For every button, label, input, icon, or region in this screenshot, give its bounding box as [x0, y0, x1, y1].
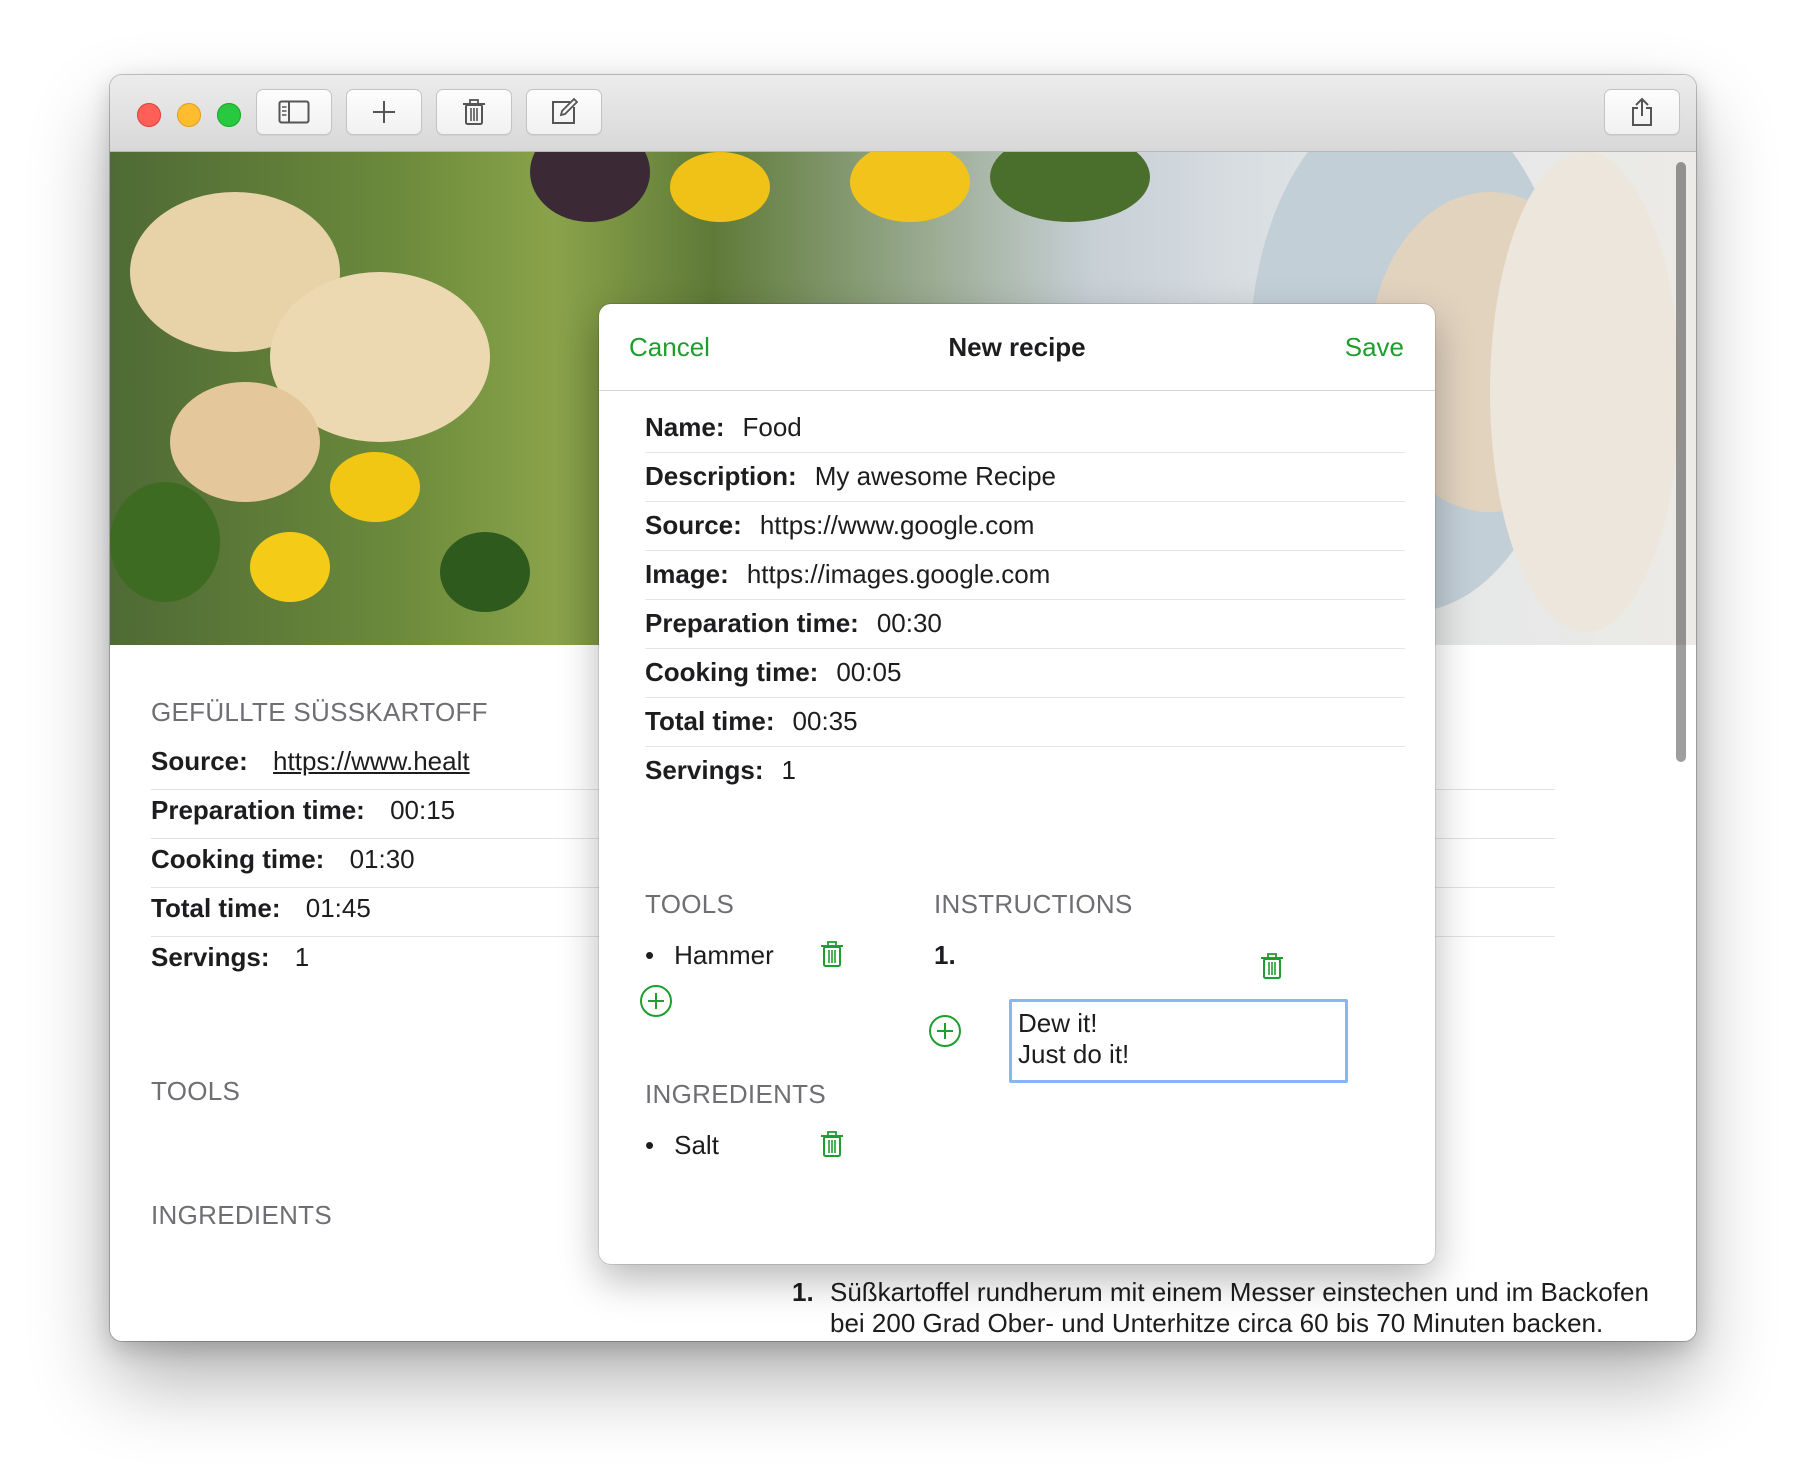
minimize-window-button[interactable]: [177, 103, 201, 127]
new-recipe-sheet: Cancel New recipe Save Name: Food Descrip…: [599, 304, 1435, 1264]
servings-value[interactable]: 1: [782, 755, 796, 785]
instruction-text-input[interactable]: Dew it! Just do it!: [1009, 999, 1348, 1083]
delete-ingredient-trash-icon[interactable]: [819, 1130, 845, 1158]
ingredients-heading: INGREDIENTS: [645, 1079, 826, 1109]
sidebar-icon: [278, 100, 310, 124]
zoom-window-button[interactable]: [217, 103, 241, 127]
source-link[interactable]: https://www.healt: [273, 746, 470, 776]
edit-recipe-button[interactable]: [526, 89, 602, 135]
cooking-value: 01:30: [349, 844, 415, 874]
bullet-dot: •: [645, 940, 655, 970]
field-divider: [645, 746, 1405, 747]
total-row: Total time: 01:45: [151, 893, 371, 924]
total-label: Total time:: [151, 893, 281, 923]
description-field[interactable]: Description: My awesome Recipe: [645, 461, 1405, 517]
tools-heading: TOOLS: [645, 889, 735, 919]
delete-instruction-trash-icon[interactable]: [1259, 952, 1285, 980]
cooking-value[interactable]: 00:05: [836, 657, 901, 687]
field-divider: [645, 550, 1405, 551]
instruction-text: Süßkartoffel rundherum mit einem Messer …: [830, 1277, 1649, 1341]
source-field[interactable]: Source: https://www.google.com: [645, 510, 1405, 566]
field-divider: [645, 501, 1405, 502]
ingredient-item[interactable]: • Salt: [645, 1130, 719, 1161]
sheet-header: Cancel New recipe Save: [599, 304, 1435, 391]
description-value[interactable]: My awesome Recipe: [815, 461, 1056, 491]
share-icon: [1632, 97, 1652, 126]
cooking-label: Cooking time:: [645, 657, 819, 687]
preparation-label: Preparation time:: [645, 608, 859, 638]
tools-heading: TOOLS: [151, 1076, 241, 1106]
sheet-title: New recipe: [948, 332, 1086, 362]
add-tool-plus-circle-icon[interactable]: [639, 984, 673, 1018]
close-window-button[interactable]: [137, 103, 161, 127]
instruction-item: 1. Süßkartoffel rundherum mit einem Mess…: [792, 1277, 1652, 1341]
recipe-detail: GEFÜLLTE SÜSSKARTOFF Source: https://www…: [110, 152, 1696, 1341]
recipe-title: GEFÜLLTE SÜSSKARTOFF: [151, 697, 488, 727]
delete-tool-trash-icon[interactable]: [819, 940, 845, 968]
total-label: Total time:: [645, 706, 775, 736]
preparation-value[interactable]: 00:30: [877, 608, 942, 638]
cooking-label: Cooking time:: [151, 844, 325, 874]
field-divider: [645, 648, 1405, 649]
preparation-field[interactable]: Preparation time: 00:30: [645, 608, 1405, 664]
vertical-scrollbar[interactable]: [1676, 162, 1686, 762]
trash-icon: [463, 99, 485, 125]
total-value: 01:45: [305, 893, 371, 923]
app-window: GEFÜLLTE SÜSSKARTOFF Source: https://www…: [110, 75, 1696, 1341]
servings-value: 1: [294, 942, 310, 972]
sidebar-toggle-button[interactable]: [256, 89, 332, 135]
instruction-number: 1.: [792, 1277, 814, 1307]
name-label: Name:: [645, 412, 725, 442]
instructions-heading: INSTRUCTIONS: [934, 889, 1133, 919]
source-value[interactable]: https://www.google.com: [760, 510, 1035, 540]
name-value[interactable]: Food: [742, 412, 801, 442]
plus-icon: [373, 101, 395, 123]
description-label: Description:: [645, 461, 797, 491]
share-button[interactable]: [1604, 89, 1680, 135]
field-divider: [645, 697, 1405, 698]
image-field[interactable]: Image: https://images.google.com: [645, 559, 1405, 615]
servings-label: Servings:: [151, 942, 270, 972]
source-label: Source:: [645, 510, 742, 540]
add-recipe-button[interactable]: [346, 89, 422, 135]
field-divider: [645, 452, 1405, 453]
title-bar: [110, 75, 1696, 152]
tool-item-text[interactable]: Hammer: [674, 940, 774, 970]
ingredient-item-text[interactable]: Salt: [674, 1130, 719, 1160]
ingredients-heading: INGREDIENTS: [151, 1200, 332, 1230]
image-value[interactable]: https://images.google.com: [747, 559, 1051, 589]
preparation-value: 00:15: [390, 795, 456, 825]
source-label: Source:: [151, 746, 248, 776]
field-divider: [645, 599, 1405, 600]
add-instruction-plus-circle-icon[interactable]: [928, 1014, 962, 1048]
total-field[interactable]: Total time: 00:35: [645, 706, 1405, 762]
source-row: Source: https://www.healt: [151, 746, 470, 777]
total-value[interactable]: 00:35: [793, 706, 858, 736]
image-label: Image:: [645, 559, 729, 589]
preparation-row: Preparation time: 00:15: [151, 795, 455, 826]
servings-row: Servings: 1: [151, 942, 309, 973]
tool-item[interactable]: • Hammer: [645, 940, 774, 971]
servings-label: Servings:: [645, 755, 764, 785]
bullet-dot: •: [645, 1130, 655, 1160]
name-field[interactable]: Name: Food: [645, 412, 1405, 468]
cooking-row: Cooking time: 01:30: [151, 844, 415, 875]
delete-recipe-button[interactable]: [436, 89, 512, 135]
compose-icon: [552, 98, 578, 124]
servings-field[interactable]: Servings: 1: [645, 755, 1405, 811]
cooking-field[interactable]: Cooking time: 00:05: [645, 657, 1405, 713]
preparation-label: Preparation time:: [151, 795, 365, 825]
instruction-number: 1.: [934, 940, 956, 970]
save-button[interactable]: Save: [1345, 332, 1404, 363]
